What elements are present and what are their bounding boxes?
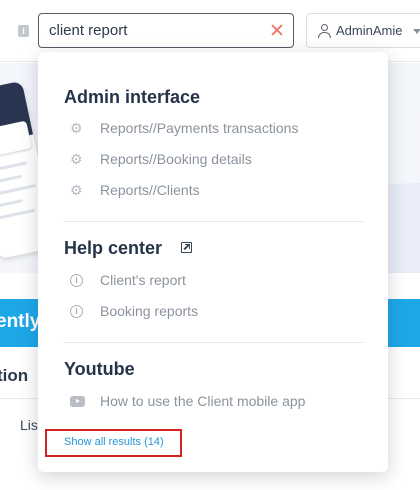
result-item[interactable]: ⚙ Reports//Clients [64,180,364,202]
result-item[interactable]: ⚙ Reports//Payments transactions [64,118,364,140]
result-label: How to use the Client mobile app [100,393,306,409]
search-input[interactable] [49,14,264,47]
chevron-down-icon [413,29,420,34]
youtube-icon [70,396,85,407]
user-icon [318,24,331,38]
user-name: AdminAmie [336,23,403,38]
divider [63,221,363,222]
show-all-results-link[interactable]: Show all results (14) [64,436,164,448]
result-label: Reports//Booking details [100,151,252,167]
result-item[interactable]: ⚙ Reports//Booking details [64,149,364,171]
result-label: Reports//Payments transactions [100,120,299,136]
external-link-icon[interactable] [181,242,192,253]
result-item[interactable]: How to use the Client mobile app [64,391,364,413]
search-box[interactable] [38,13,294,48]
section-heading: tion [0,366,29,385]
list-text: Lis [20,417,38,433]
result-item[interactable]: i Booking reports [64,301,364,323]
search-results-dropdown: Admin interface ⚙ Reports//Payments tran… [38,52,388,472]
gear-icon: ⚙ [70,120,83,136]
divider [63,342,363,343]
group-title-admin-interface: Admin interface [64,87,201,107]
group-title-help-center[interactable]: Help center [64,238,162,259]
clear-search-icon[interactable] [270,23,284,37]
gear-icon: ⚙ [70,151,83,167]
result-item[interactable]: i Client's report [64,270,364,292]
gear-icon: ⚙ [70,182,83,198]
show-all-highlight: Show all results (14) [45,429,182,457]
user-menu-button[interactable]: AdminAmie [306,13,420,48]
result-label: Reports//Clients [100,182,200,198]
result-label: Booking reports [100,303,199,319]
info-icon[interactable]: i [18,25,29,37]
group-title-youtube: Youtube [64,359,135,379]
result-label: Client's report [100,272,186,288]
info-icon: i [70,274,83,287]
info-icon: i [70,305,83,318]
